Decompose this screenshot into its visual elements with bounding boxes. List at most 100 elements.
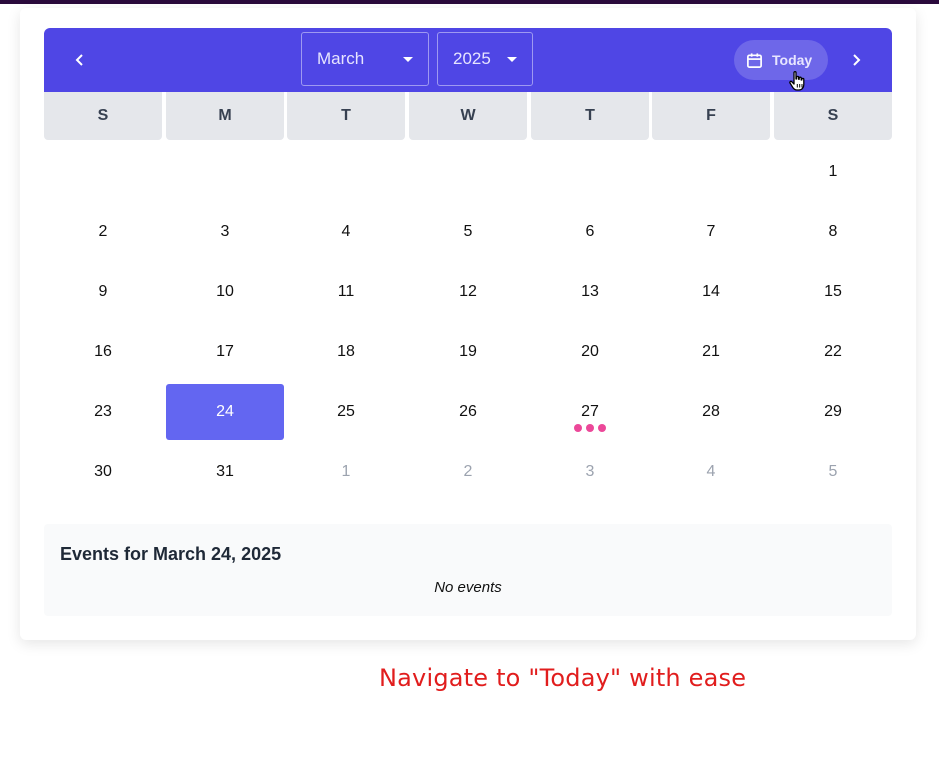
day-cell[interactable]: 1	[774, 144, 892, 200]
day-cell[interactable]: 2	[44, 204, 162, 260]
month-select-value: March	[317, 49, 365, 68]
day-number: 9	[98, 283, 108, 300]
day-cell[interactable]: 30	[44, 444, 162, 500]
day-cell[interactable]: 17	[166, 324, 284, 380]
day-number: 28	[702, 403, 720, 420]
day-cell[interactable]: 7	[652, 204, 770, 260]
day-number: 6	[585, 223, 595, 240]
top-strip	[0, 0, 939, 4]
day-number: 21	[702, 343, 720, 360]
day-cell[interactable]: 27	[531, 384, 649, 440]
day-number: 15	[824, 283, 842, 300]
day-number: 13	[581, 283, 599, 300]
day-cell[interactable]: 25	[287, 384, 405, 440]
day-cell[interactable]: 10	[166, 264, 284, 320]
chevron-right-icon	[853, 54, 861, 66]
weekday-label: M	[166, 92, 284, 140]
year-select-value: 2025	[453, 49, 491, 68]
day-number: 2	[463, 463, 473, 480]
day-number: 7	[706, 223, 716, 240]
day-number: 10	[216, 283, 234, 300]
weekday-label: W	[409, 92, 527, 140]
day-cell[interactable]: 26	[409, 384, 527, 440]
day-number: 23	[94, 403, 112, 420]
day-cell[interactable]: 5	[409, 204, 527, 260]
day-number: 17	[216, 343, 234, 360]
day-number: 20	[581, 343, 599, 360]
day-number: 3	[220, 223, 230, 240]
day-cell[interactable]: 28	[652, 384, 770, 440]
event-dot	[598, 424, 606, 432]
day-number: 29	[824, 403, 842, 420]
today-button[interactable]: Today	[734, 40, 828, 80]
day-number: 3	[585, 463, 595, 480]
day-cell[interactable]: 9	[44, 264, 162, 320]
calendar-header: March 2025 Today	[44, 28, 892, 92]
day-cell-selected[interactable]: 24	[166, 384, 284, 440]
day-number: 8	[828, 223, 838, 240]
day-number: 12	[459, 283, 477, 300]
day-cell[interactable]: 31	[166, 444, 284, 500]
day-cell[interactable]: 8	[774, 204, 892, 260]
day-cell[interactable]: 15	[774, 264, 892, 320]
day-number: 30	[94, 463, 112, 480]
day-cell[interactable]: 12	[409, 264, 527, 320]
day-cell[interactable]: 18	[287, 324, 405, 380]
day-number: 5	[463, 223, 473, 240]
dropdown-caret-icon	[507, 57, 517, 62]
day-number: 11	[337, 283, 355, 300]
day-number: 26	[459, 403, 477, 420]
day-number: 1	[341, 463, 351, 480]
day-cell[interactable]: 29	[774, 384, 892, 440]
day-cell[interactable]: 23	[44, 384, 162, 440]
day-cell[interactable]: 6	[531, 204, 649, 260]
weekday-label: S	[44, 92, 162, 140]
day-cell[interactable]: 4	[287, 204, 405, 260]
day-cell[interactable]: 3	[531, 444, 649, 500]
weekday-label: S	[774, 92, 892, 140]
events-panel: Events for March 24, 2025 No events	[44, 524, 892, 616]
day-cell[interactable]: 22	[774, 324, 892, 380]
day-cell[interactable]: 16	[44, 324, 162, 380]
day-cell[interactable]: 13	[531, 264, 649, 320]
calendar-icon	[746, 52, 763, 69]
month-select[interactable]: March	[301, 32, 429, 86]
day-number: 25	[337, 403, 355, 420]
day-number: 5	[828, 463, 838, 480]
day-cell[interactable]: 5	[774, 444, 892, 500]
day-cell[interactable]: 11	[287, 264, 405, 320]
no-events-text: No events	[434, 579, 502, 596]
day-cell[interactable]: 20	[531, 324, 649, 380]
day-number: 19	[459, 343, 477, 360]
day-number: 2	[98, 223, 108, 240]
day-number: 18	[337, 343, 355, 360]
day-number: 27	[581, 403, 599, 420]
day-number: 4	[706, 463, 716, 480]
event-dot	[586, 424, 594, 432]
weekday-label: F	[652, 92, 770, 140]
day-cell[interactable]: 2	[409, 444, 527, 500]
day-cell[interactable]: 4	[652, 444, 770, 500]
caption-text: Navigate to "Today" with ease	[379, 664, 747, 692]
next-month-button[interactable]	[840, 44, 872, 76]
day-cell[interactable]: 21	[652, 324, 770, 380]
day-number: 16	[94, 343, 112, 360]
chevron-left-icon	[75, 54, 83, 66]
events-title: Events for March 24, 2025	[60, 544, 282, 564]
dropdown-caret-icon	[403, 57, 413, 62]
day-cell[interactable]: 14	[652, 264, 770, 320]
year-select[interactable]: 2025	[437, 32, 533, 86]
day-cell[interactable]: 1	[287, 444, 405, 500]
day-number: 22	[824, 343, 842, 360]
today-button-label: Today	[772, 52, 813, 68]
day-cell[interactable]: 3	[166, 204, 284, 260]
day-number: 24	[216, 403, 234, 420]
weekday-label: T	[287, 92, 405, 140]
day-cell[interactable]: 19	[409, 324, 527, 380]
day-number: 1	[828, 163, 838, 180]
day-number: 14	[702, 283, 720, 300]
event-indicator	[531, 424, 649, 432]
previous-month-button[interactable]	[64, 44, 96, 76]
weekday-header-row: SMTWTFS	[44, 92, 892, 140]
day-number: 4	[341, 223, 351, 240]
